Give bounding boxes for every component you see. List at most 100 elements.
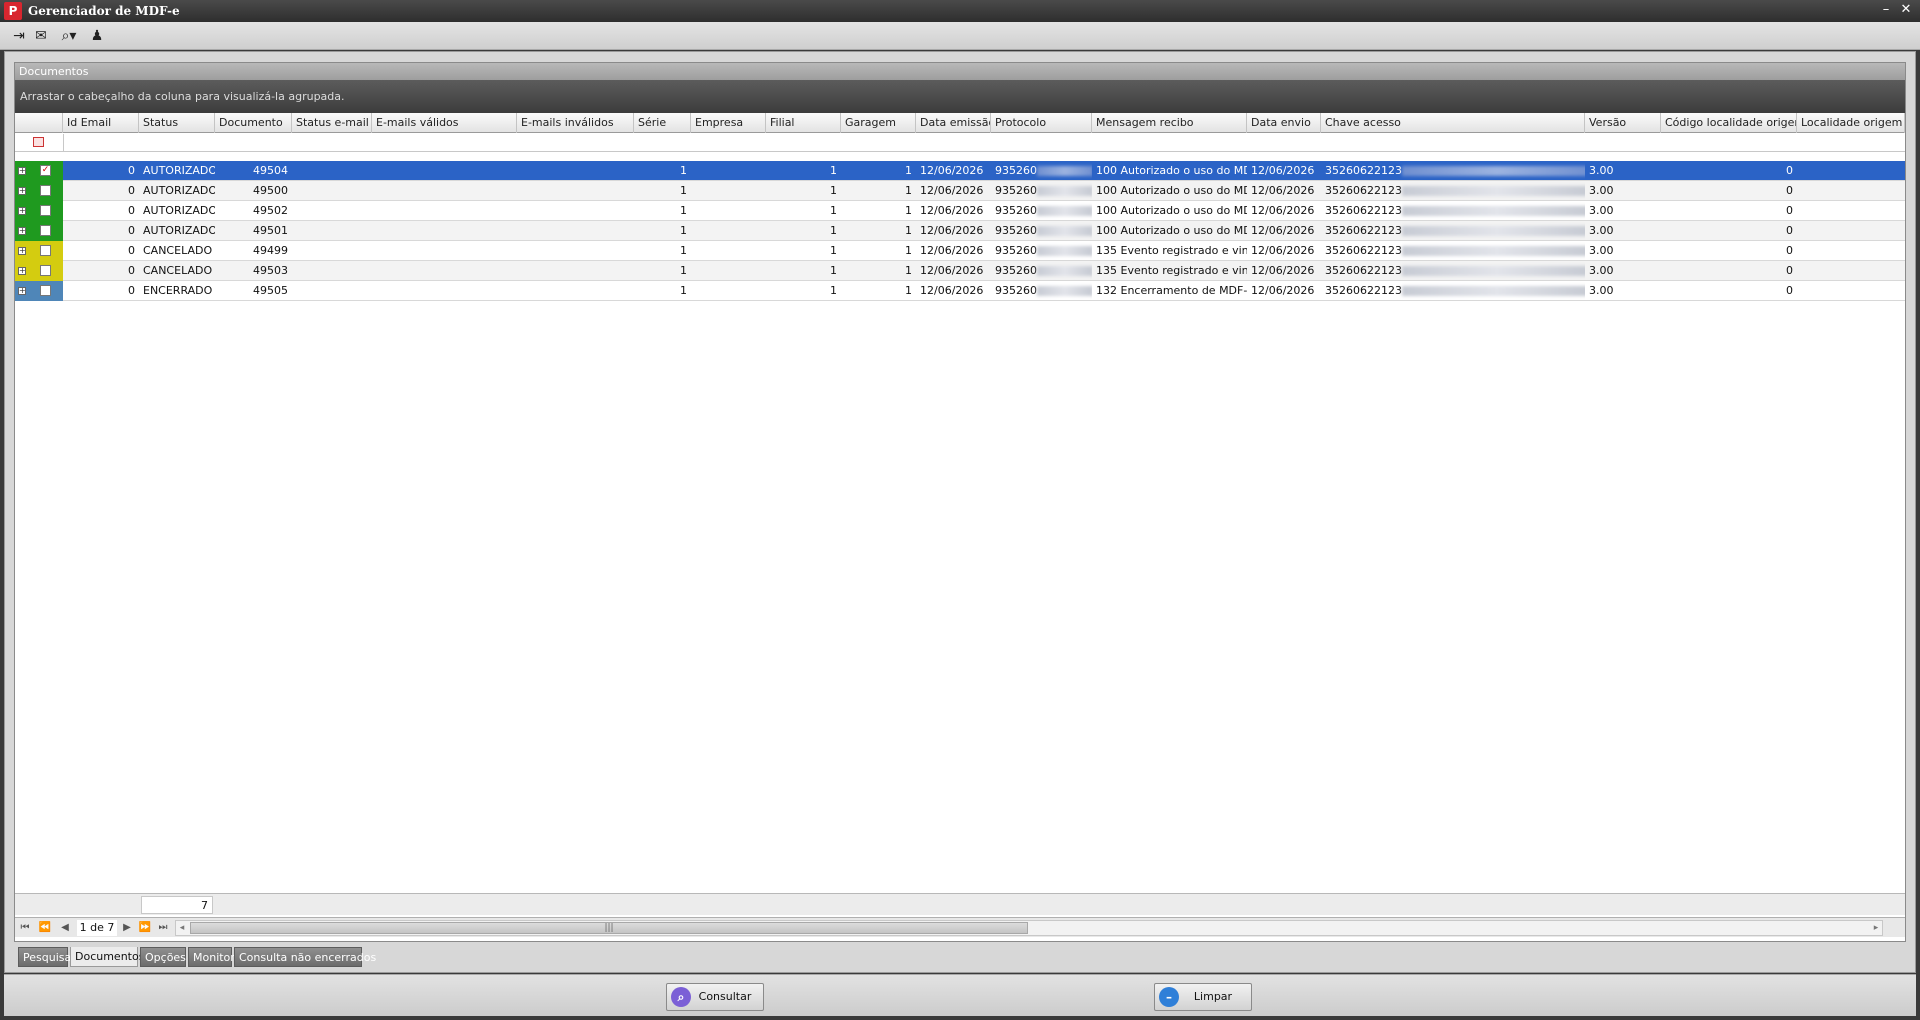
cell-mensagem: 100 Autorizado o uso do MD...: [1092, 221, 1247, 241]
exit-icon[interactable]: ⇥: [10, 27, 28, 45]
consultar-button[interactable]: ⌕ Consultar: [666, 983, 764, 1011]
column-header[interactable]: Mensagem recibo: [1092, 113, 1247, 133]
redacted-text: [1037, 166, 1092, 176]
column-header[interactable]: Chave acesso: [1321, 113, 1585, 133]
row-checkbox[interactable]: [40, 285, 51, 296]
tab-consulta-n-o-encerrados[interactable]: Consulta não encerrados: [234, 947, 376, 967]
scroll-left-icon[interactable]: ◂: [176, 921, 188, 935]
row-checkbox[interactable]: [40, 265, 51, 276]
prev-page-icon[interactable]: ⏪: [37, 920, 53, 936]
tab-op-es[interactable]: Opções: [140, 947, 186, 967]
column-header[interactable]: Filial: [766, 113, 841, 133]
cell-data-envio: 12/06/2026: [1247, 181, 1321, 201]
row-checkbox[interactable]: [40, 205, 51, 216]
table-row[interactable]: + ✓ 0 AUTORIZADO 49504 1 1 1 12/06/2026 935260 100…: [15, 161, 1905, 181]
table-row[interactable]: +0 AUTORIZADO 49501 1 1 1 12/06/2026 935260 100 …: [15, 221, 1905, 241]
column-header[interactable]: Status: [139, 113, 215, 133]
cell-data-emissao: 12/06/2026: [916, 181, 991, 201]
expand-row-icon[interactable]: +: [18, 287, 26, 295]
cell-text: 35260622123: [1325, 244, 1402, 257]
cell-id-email: 0: [63, 181, 139, 201]
message-icon[interactable]: ✉: [32, 27, 50, 45]
redacted-text: [1401, 246, 1585, 256]
first-page-icon[interactable]: ⏮: [17, 920, 33, 936]
filter-row[interactable]: [15, 134, 1905, 152]
row-checkbox[interactable]: [40, 225, 51, 236]
cell-documento: 49505: [215, 281, 292, 301]
table-row[interactable]: +0 ENCERRADO 49505 1 1 1 12/06/2026 935260 132 E…: [15, 281, 1905, 301]
last-page-icon[interactable]: ⏭: [155, 920, 171, 936]
close-icon[interactable]: ✕: [1898, 2, 1914, 18]
cell-text: 1: [830, 284, 837, 297]
cell-text: 49505: [253, 284, 288, 297]
tab-monitor[interactable]: Monitor: [188, 947, 235, 967]
column-header[interactable]: Id Email: [63, 113, 139, 133]
expand-row-icon[interactable]: +: [18, 267, 26, 275]
column-header[interactable]: Garagem: [841, 113, 916, 133]
cell-text: 935260: [995, 264, 1037, 277]
cell-text: 1: [905, 264, 912, 277]
column-header[interactable]: Data envio: [1247, 113, 1321, 133]
prev-record-icon[interactable]: ◀: [57, 920, 73, 936]
cell-protocolo: 935260: [991, 201, 1092, 221]
cell-status: ENCERRADO: [139, 281, 215, 301]
expand-row-icon[interactable]: +: [18, 227, 26, 235]
expand-row-icon[interactable]: +: [18, 207, 26, 215]
table-row[interactable]: +0 AUTORIZADO 49502 1 1 1 12/06/2026 935260 100 …: [15, 201, 1905, 221]
table-row[interactable]: +0 CANCELADO 49503 1 1 1 12/06/2026 935260 135 E…: [15, 261, 1905, 281]
minimize-icon[interactable]: –: [1878, 2, 1894, 18]
cell-filial: 1: [766, 241, 841, 261]
cell-text: 935260: [995, 204, 1037, 217]
column-header[interactable]: E-mails inválidos: [517, 113, 634, 133]
cell-text: 3.00: [1589, 224, 1614, 237]
column-header[interactable]: Status e-mail: [292, 113, 372, 133]
cell-chave: 35260622123: [1321, 241, 1585, 261]
cell-chave: 35260622123: [1321, 201, 1585, 221]
user-icon[interactable]: ♟: [88, 27, 106, 45]
column-header[interactable]: Protocolo: [991, 113, 1092, 133]
cell-serie: 1: [634, 281, 691, 301]
tab-documentos[interactable]: Documentos: [70, 947, 144, 967]
cell-text: 12/06/2026: [1251, 264, 1315, 277]
cell-text: 1: [905, 164, 912, 177]
next-record-icon[interactable]: ▶: [119, 920, 135, 936]
horizontal-scrollbar[interactable]: ◂ ||| ▸: [175, 920, 1883, 936]
column-header[interactable]: Empresa: [691, 113, 766, 133]
column-header[interactable]: Série: [634, 113, 691, 133]
cell-text: 135 Evento registrado e vinc...: [1096, 264, 1247, 277]
cell-text: AUTORIZADO: [143, 164, 215, 177]
table-row[interactable]: +0 CANCELADO 49499 1 1 1 12/06/2026 935260 135 E…: [15, 241, 1905, 261]
column-header[interactable]: Localidade origem: [1797, 113, 1905, 133]
cell-text: 12/06/2026: [920, 264, 984, 277]
column-header[interactable]: Documento: [215, 113, 292, 133]
search-dropdown-icon[interactable]: ⌕▾: [54, 27, 84, 45]
limpar-button[interactable]: – Limpar: [1154, 983, 1252, 1011]
row-checkbox[interactable]: ✓: [40, 165, 51, 176]
column-header[interactable]: Código localidade origem: [1661, 113, 1797, 133]
cell-filial: 1: [766, 181, 841, 201]
column-header[interactable]: Versão: [1585, 113, 1661, 133]
cell-text: 100 Autorizado o uso do MD...: [1096, 224, 1247, 237]
scroll-right-icon[interactable]: ▸: [1870, 921, 1882, 935]
cell-data-emissao: 12/06/2026: [916, 241, 991, 261]
redacted-text: [1401, 186, 1585, 196]
cell-garagem: 1: [841, 281, 916, 301]
table-row[interactable]: +0 AUTORIZADO 49500 1 1 1 12/06/2026 935260 100 …: [15, 181, 1905, 201]
next-page-icon[interactable]: ⏩: [137, 920, 153, 936]
status-color-indicator: +: [15, 181, 63, 201]
expand-row-icon[interactable]: +: [18, 167, 26, 175]
column-header[interactable]: Data emissão: [916, 113, 991, 133]
redacted-text: [1037, 246, 1092, 256]
scrollbar-thumb[interactable]: |||: [190, 922, 1028, 934]
column-header[interactable]: E-mails válidos: [372, 113, 517, 133]
row-checkbox[interactable]: [40, 185, 51, 196]
status-color-indicator: +: [15, 281, 63, 301]
tab-pesquisa[interactable]: Pesquisa: [18, 947, 71, 967]
expand-row-icon[interactable]: +: [18, 247, 26, 255]
filter-clear-icon[interactable]: [33, 137, 44, 147]
cell-text: 12/06/2026: [920, 284, 984, 297]
expand-row-icon[interactable]: +: [18, 187, 26, 195]
row-checkbox[interactable]: [40, 245, 51, 256]
group-by-area[interactable]: Arrastar o cabeçalho da coluna para visu…: [15, 80, 1905, 113]
cell-text: 1: [680, 184, 687, 197]
